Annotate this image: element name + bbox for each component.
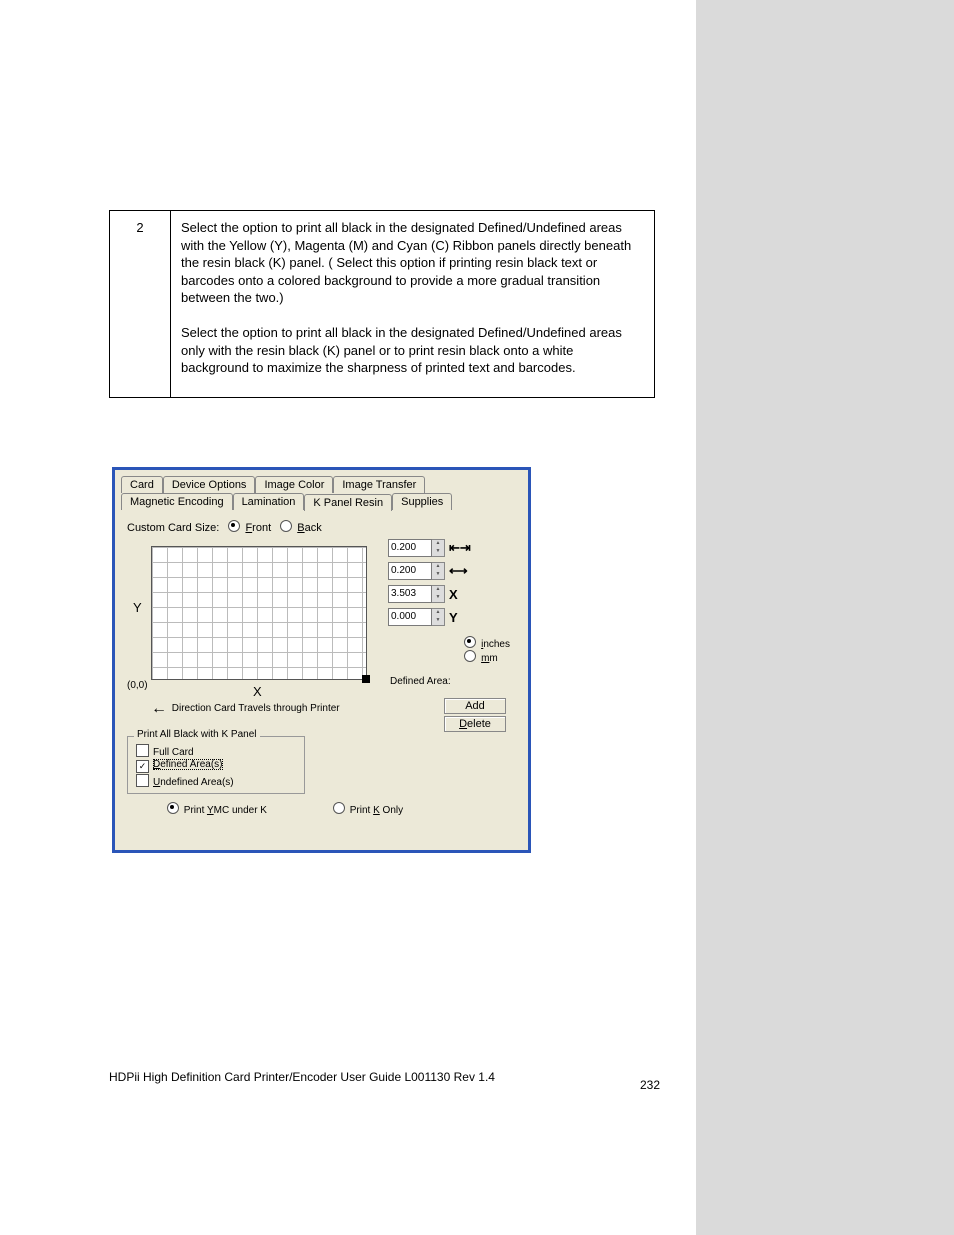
defined-areas-label: Defined Area(s) xyxy=(153,759,223,770)
checkbox-defined-areas[interactable]: ✓ xyxy=(136,760,149,773)
tab-device-options[interactable]: Device Options xyxy=(163,476,256,493)
spinner-y-stepper[interactable]: ▲▼ xyxy=(432,608,445,626)
tab-supplies[interactable]: Supplies xyxy=(392,493,452,510)
card-grid[interactable] xyxy=(151,546,367,680)
para1-a: Select the xyxy=(181,220,242,235)
custom-card-size-row: Custom Card Size: Front Back xyxy=(127,520,516,534)
spinner-width-value[interactable]: 0.200 xyxy=(388,539,432,557)
unit-inches-label: inches xyxy=(481,639,510,650)
print-k-only-label: Print K Only xyxy=(350,805,403,816)
page-number: 232 xyxy=(640,1078,660,1092)
plot-area: Y (0,0) X ← Direction Card Travels throu… xyxy=(127,540,516,710)
para2-b: option to print all black in the designa… xyxy=(181,325,622,375)
radio-front-label: Front xyxy=(245,522,271,534)
spinner-height-value[interactable]: 0.200 xyxy=(388,562,432,580)
spinner-height-stepper[interactable]: ▲▼ xyxy=(432,562,445,580)
defined-area-label: Defined Area: xyxy=(390,676,510,687)
origin-label: (0,0) xyxy=(127,680,148,691)
print-dialog: Card Device Options Image Color Image Tr… xyxy=(112,467,531,853)
checkbox-full-card[interactable] xyxy=(136,744,149,757)
spinner-y-value[interactable]: 0.000 xyxy=(388,608,432,626)
tab-image-transfer[interactable]: Image Transfer xyxy=(333,476,425,493)
tabs-row-1: Card Device Options Image Color Image Tr… xyxy=(121,476,522,493)
radio-back[interactable] xyxy=(280,520,292,532)
bottom-radio-row: Print YMC under K Print K Only xyxy=(127,802,516,816)
y-axis-label: Y xyxy=(133,600,142,615)
defined-area-buttons: Add Delete xyxy=(444,696,506,732)
spinner-x-stepper[interactable]: ▲▼ xyxy=(432,585,445,603)
radio-mm[interactable] xyxy=(464,650,476,662)
x-icon: X xyxy=(449,587,458,602)
radio-back-label: Back xyxy=(297,522,321,534)
delete-button[interactable]: Delete xyxy=(444,716,506,732)
y-icon: Y xyxy=(449,610,458,625)
x-axis-label: X xyxy=(253,684,262,699)
para2-a: Select the xyxy=(181,325,242,340)
step-text: Select the option to print all black in … xyxy=(171,211,655,398)
tabs-row-2: Magnetic Encoding Lamination K Panel Res… xyxy=(121,493,522,510)
radio-inches[interactable] xyxy=(464,636,476,648)
direction-label: Direction Card Travels through Printer xyxy=(172,703,340,714)
k-panel-group: Print All Black with K Panel Full Card ✓… xyxy=(127,736,305,794)
radio-front[interactable] xyxy=(228,520,240,532)
tab-magnetic-encoding[interactable]: Magnetic Encoding xyxy=(121,493,233,510)
k-panel-legend: Print All Black with K Panel xyxy=(134,729,260,740)
height-icon: ⟷ xyxy=(449,563,468,579)
spinner-column: 0.200 ▲▼ ⇤⇥ 0.200 ▲▼ ⟷ 3.503 ▲▼ X xyxy=(388,538,510,630)
unit-mm-label: mm xyxy=(481,653,498,664)
radio-print-k-only[interactable] xyxy=(333,802,345,814)
print-ymc-label: Print YMC under K xyxy=(184,805,267,816)
undefined-areas-label: Undefined Area(s) xyxy=(153,777,234,788)
tab-image-color[interactable]: Image Color xyxy=(255,476,333,493)
spinner-width-stepper[interactable]: ▲▼ xyxy=(432,539,445,557)
footer-text: HDPii High Definition Card Printer/Encod… xyxy=(109,1070,689,1084)
direction-row: ← Direction Card Travels through Printer xyxy=(151,700,340,718)
instruction-table: 2 Select the option to print all black i… xyxy=(109,210,655,398)
unit-group: inches mm xyxy=(458,636,510,664)
spinner-x-value[interactable]: 3.503 xyxy=(388,585,432,603)
tab-lamination[interactable]: Lamination xyxy=(233,493,305,510)
side-column xyxy=(696,0,954,1235)
custom-size-label: Custom Card Size: xyxy=(127,522,219,534)
arrow-left-icon: ← xyxy=(151,700,167,717)
tab-k-panel-resin[interactable]: K Panel Resin xyxy=(304,494,392,511)
tab-card[interactable]: Card xyxy=(121,476,163,493)
full-card-label: Full Card xyxy=(153,747,194,758)
radio-print-ymc[interactable] xyxy=(167,802,179,814)
checkbox-undefined-areas[interactable] xyxy=(136,774,149,787)
width-icon: ⇤⇥ xyxy=(449,540,471,556)
step-number: 2 xyxy=(110,211,171,398)
grid-resize-handle[interactable] xyxy=(362,675,370,683)
add-button[interactable]: Add xyxy=(444,698,506,714)
